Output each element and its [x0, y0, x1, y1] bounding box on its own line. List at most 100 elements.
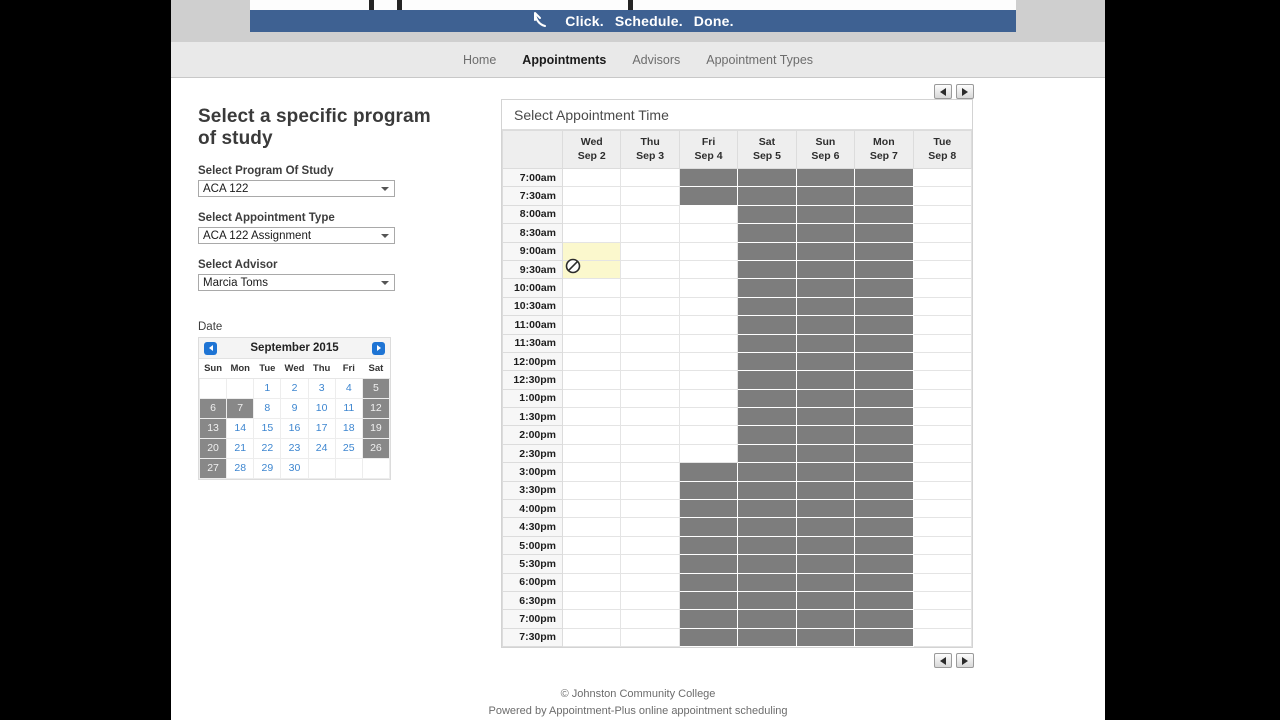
- slot-thu-200pm[interactable]: [620, 425, 680, 445]
- slot-fri-930am[interactable]: [678, 259, 739, 280]
- calendar-day-30[interactable]: 30: [280, 457, 309, 479]
- slot-wed-1230pm[interactable]: [561, 370, 622, 390]
- slot-fri-1100am[interactable]: [678, 315, 739, 335]
- slot-fri-1000am[interactable]: [678, 278, 739, 298]
- slot-tue-630pm[interactable]: [912, 590, 973, 611]
- slot-wed-200pm[interactable]: [561, 425, 622, 445]
- slot-thu-230pm[interactable]: [620, 443, 680, 464]
- slot-thu-830am[interactable]: [620, 223, 680, 243]
- slot-tue-500pm[interactable]: [912, 535, 973, 556]
- slot-wed-700am[interactable]: [561, 167, 622, 188]
- slot-thu-330pm[interactable]: [620, 480, 680, 501]
- slot-fri-100pm[interactable]: [678, 388, 739, 409]
- slot-fri-1030am[interactable]: [678, 296, 739, 317]
- slot-thu-730am[interactable]: [620, 186, 680, 206]
- slot-thu-1030am[interactable]: [620, 296, 680, 317]
- program-of-study-select[interactable]: ACA 122: [198, 180, 395, 197]
- nav-item-appointments[interactable]: Appointments: [522, 53, 606, 67]
- slot-fri-900am[interactable]: [678, 241, 739, 261]
- slot-tue-300pm[interactable]: [912, 462, 973, 482]
- calendar-day-11[interactable]: 11: [334, 397, 363, 419]
- slot-wed-400pm[interactable]: [561, 499, 622, 519]
- calendar-prev-month-button[interactable]: [204, 341, 217, 355]
- slot-thu-1230pm[interactable]: [620, 370, 680, 390]
- advisor-select[interactable]: Marcia Toms: [198, 274, 395, 291]
- slot-thu-800am[interactable]: [620, 204, 680, 225]
- nav-item-home[interactable]: Home: [463, 53, 496, 67]
- calendar-day-18[interactable]: 18: [334, 417, 363, 439]
- slot-fri-1130am[interactable]: [678, 333, 739, 353]
- calendar-day-1[interactable]: 1: [253, 377, 282, 399]
- calendar-day-4[interactable]: 4: [334, 377, 363, 399]
- calendar-day-9[interactable]: 9: [280, 397, 309, 419]
- slot-tue-730pm[interactable]: [912, 627, 973, 648]
- slot-thu-1100am[interactable]: [620, 315, 680, 335]
- calendar-day-24[interactable]: 24: [307, 437, 336, 459]
- slot-wed-300pm[interactable]: [561, 462, 622, 482]
- slot-fri-230pm[interactable]: [678, 443, 739, 464]
- slot-thu-1200pm[interactable]: [620, 351, 680, 372]
- slot-thu-430pm[interactable]: [620, 517, 680, 537]
- slot-tue-700am[interactable]: [912, 167, 973, 188]
- slot-wed-700pm[interactable]: [561, 609, 622, 629]
- calendar-day-25[interactable]: 25: [334, 437, 363, 459]
- nav-item-appointment-types[interactable]: Appointment Types: [706, 53, 813, 67]
- slot-thu-930am[interactable]: [620, 259, 680, 280]
- slot-wed-230pm[interactable]: [561, 443, 622, 464]
- slot-wed-830am[interactable]: [561, 223, 622, 243]
- slot-thu-1130am[interactable]: [620, 333, 680, 353]
- slot-tue-200pm[interactable]: [912, 425, 973, 445]
- slot-tue-900am[interactable]: [912, 241, 973, 261]
- calendar-next-month-button[interactable]: [372, 341, 385, 355]
- slot-thu-300pm[interactable]: [620, 462, 680, 482]
- calendar-day-15[interactable]: 15: [253, 417, 282, 439]
- schedule-prev-week-button-top[interactable]: [934, 84, 952, 99]
- slot-thu-730pm[interactable]: [620, 627, 680, 648]
- slot-wed-630pm[interactable]: [561, 590, 622, 611]
- slot-tue-230pm[interactable]: [912, 443, 973, 464]
- slot-wed-1100am[interactable]: [561, 315, 622, 335]
- slot-wed-500pm[interactable]: [561, 535, 622, 556]
- slot-wed-100pm[interactable]: [561, 388, 622, 409]
- slot-wed-930am[interactable]: [561, 258, 622, 280]
- slot-tue-700pm[interactable]: [912, 609, 973, 629]
- slot-fri-1200pm[interactable]: [678, 351, 739, 372]
- slot-tue-730am[interactable]: [912, 186, 973, 206]
- nav-item-advisors[interactable]: Advisors: [632, 53, 680, 67]
- slot-tue-400pm[interactable]: [912, 499, 973, 519]
- slot-thu-400pm[interactable]: [620, 499, 680, 519]
- slot-tue-1200pm[interactable]: [912, 351, 973, 372]
- slot-tue-600pm[interactable]: [912, 572, 973, 592]
- calendar-day-14[interactable]: 14: [226, 417, 255, 439]
- slot-thu-500pm[interactable]: [620, 535, 680, 556]
- slot-tue-930am[interactable]: [912, 259, 973, 280]
- slot-thu-900am[interactable]: [620, 241, 680, 261]
- slot-tue-800am[interactable]: [912, 204, 973, 225]
- slot-thu-600pm[interactable]: [620, 572, 680, 592]
- slot-tue-1130am[interactable]: [912, 333, 973, 353]
- slot-thu-1000am[interactable]: [620, 278, 680, 298]
- slot-fri-1230pm[interactable]: [678, 370, 739, 390]
- slot-tue-100pm[interactable]: [912, 388, 973, 409]
- slot-tue-330pm[interactable]: [912, 480, 973, 501]
- slot-wed-600pm[interactable]: [561, 572, 622, 592]
- slot-tue-1000am[interactable]: [912, 278, 973, 298]
- calendar-day-23[interactable]: 23: [280, 437, 309, 459]
- slot-fri-130pm[interactable]: [678, 407, 739, 427]
- slot-tue-830am[interactable]: [912, 223, 973, 243]
- calendar-day-22[interactable]: 22: [253, 437, 282, 459]
- slot-tue-1100am[interactable]: [912, 315, 973, 335]
- slot-wed-1000am[interactable]: [561, 278, 622, 298]
- slot-tue-1230pm[interactable]: [912, 370, 973, 390]
- appointment-type-select[interactable]: ACA 122 Assignment: [198, 227, 395, 244]
- slot-fri-200pm[interactable]: [678, 425, 739, 445]
- slot-wed-1130am[interactable]: [561, 333, 622, 353]
- slot-tue-1030am[interactable]: [912, 296, 973, 317]
- slot-wed-530pm[interactable]: [561, 554, 622, 574]
- slot-tue-530pm[interactable]: [912, 554, 973, 574]
- calendar-day-21[interactable]: 21: [226, 437, 255, 459]
- calendar-day-17[interactable]: 17: [307, 417, 336, 439]
- calendar-day-3[interactable]: 3: [307, 377, 336, 399]
- slot-tue-130pm[interactable]: [912, 407, 973, 427]
- slot-wed-730pm[interactable]: [561, 627, 622, 648]
